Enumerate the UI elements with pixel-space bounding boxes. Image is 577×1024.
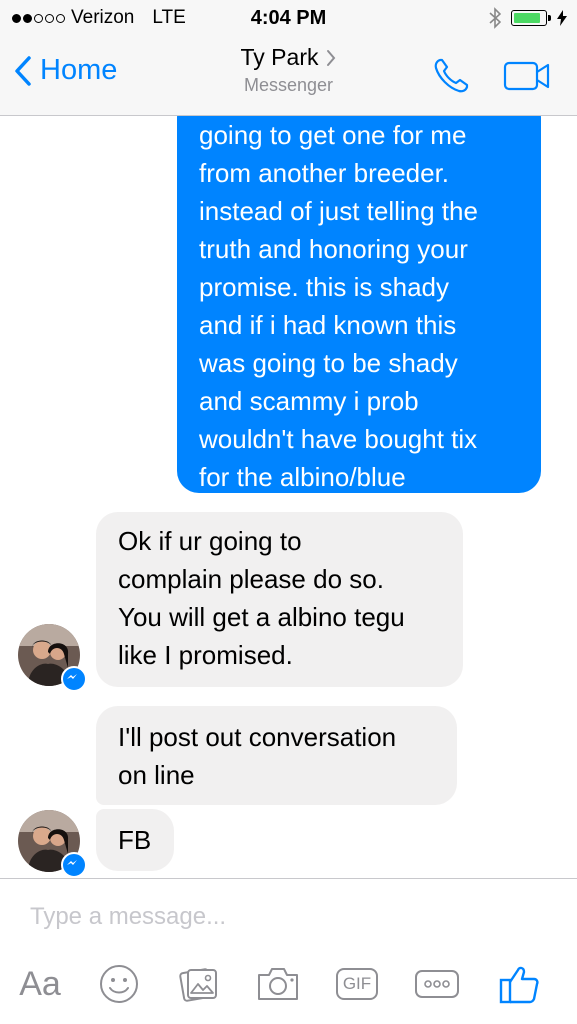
message-line: and scammy i prob xyxy=(199,386,419,416)
message-line: for the albino/blue xyxy=(199,462,406,492)
gif-label: GIF xyxy=(342,974,372,993)
message-line: instead of just telling the xyxy=(199,196,478,226)
text-tool-button[interactable]: Aa xyxy=(16,961,64,1007)
gif-icon: GIF xyxy=(336,968,378,1000)
message-line: was going to be shady xyxy=(199,348,458,378)
camera-icon xyxy=(258,968,298,1000)
incoming-message[interactable]: I'll post out conversation on line xyxy=(96,706,457,805)
more-icon xyxy=(415,970,459,998)
navigation-bar: Home Ty Park Messenger xyxy=(0,36,577,116)
photos-button[interactable] xyxy=(176,961,222,1007)
message-line: going to get one for me xyxy=(199,120,467,150)
message-line: on line xyxy=(118,760,195,790)
bluetooth-icon xyxy=(489,7,501,29)
message-line: FB xyxy=(118,825,152,855)
composer-toolbar: Aa GIF xyxy=(0,961,577,1011)
message-line: complain please do so. xyxy=(118,564,384,594)
more-button[interactable] xyxy=(412,961,462,1007)
message-line: Ok if ur going to xyxy=(118,526,302,556)
message-input[interactable] xyxy=(30,903,550,931)
message-line: wouldn't have bought tix xyxy=(199,424,478,454)
message-line: I'll post out conversation xyxy=(118,722,397,752)
call-actions xyxy=(431,56,551,96)
emoji-icon xyxy=(100,965,138,1003)
text-tool-label: Aa xyxy=(19,964,61,1003)
charging-bolt-icon xyxy=(557,10,567,26)
message-line: like I promised. xyxy=(118,640,293,670)
messenger-badge-icon xyxy=(61,852,87,878)
phone-icon[interactable] xyxy=(431,56,471,96)
like-icon xyxy=(499,966,539,1004)
emoji-button[interactable] xyxy=(96,961,142,1007)
message-line: promise. this is shady xyxy=(199,272,449,302)
outgoing-message[interactable]: going to get one for me from another bre… xyxy=(177,116,541,493)
contact-name: Ty Park xyxy=(240,44,319,70)
incoming-message[interactable]: FB xyxy=(96,809,174,871)
camera-button[interactable] xyxy=(255,961,301,1007)
message-line: from another breeder. xyxy=(199,158,450,188)
message-composer: Aa G xyxy=(0,878,577,1024)
messenger-badge-icon xyxy=(61,666,87,692)
contact-name-row[interactable]: Ty Park xyxy=(241,44,337,71)
status-bar: Verizon LTE 4:04 PM xyxy=(0,0,577,36)
status-right xyxy=(489,7,567,29)
chevron-right-icon xyxy=(327,49,336,66)
message-line: You will get a albino tegu xyxy=(118,602,405,632)
like-button[interactable] xyxy=(496,961,542,1007)
incoming-message[interactable]: Ok if ur going to complain please do so.… xyxy=(96,512,463,687)
message-line: truth and honoring your xyxy=(199,234,468,264)
battery-icon xyxy=(511,10,551,26)
message-line: and if i had known this xyxy=(199,310,457,340)
video-camera-icon[interactable] xyxy=(503,60,551,92)
photos-icon xyxy=(179,968,217,1002)
gif-button[interactable]: GIF xyxy=(332,961,382,1007)
message-thread[interactable]: going to get one for me from another bre… xyxy=(0,116,577,878)
